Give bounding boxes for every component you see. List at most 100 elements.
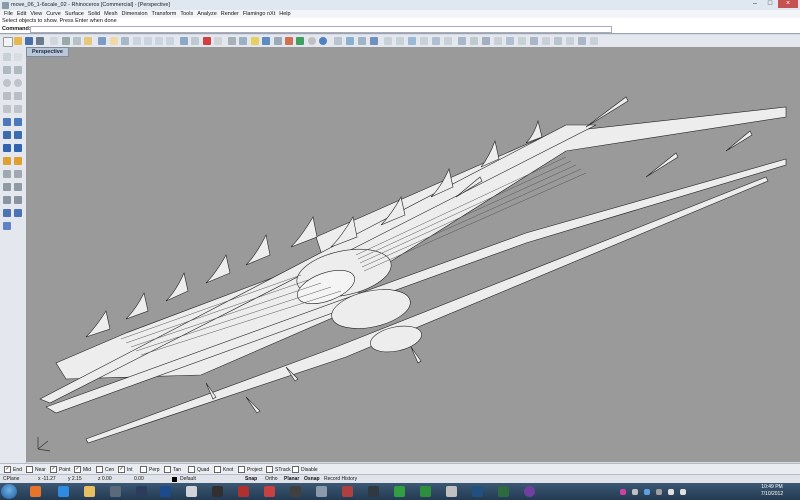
help-icon[interactable] [370, 37, 378, 45]
menu-surface[interactable]: Surface [65, 11, 84, 17]
menu-transform[interactable]: Transform [152, 11, 177, 17]
named-views-icon[interactable] [239, 37, 247, 45]
tool-icon-11[interactable] [506, 37, 514, 45]
surface-icon[interactable] [3, 118, 11, 126]
tool-icon-12[interactable] [518, 37, 526, 45]
zoom-selected-icon[interactable] [166, 37, 174, 45]
app-icon-9[interactable] [238, 486, 249, 497]
tool-icon-9[interactable] [482, 37, 490, 45]
tool-icon-5[interactable] [432, 37, 440, 45]
tray-icon-2[interactable] [632, 489, 638, 495]
tool-icon-7[interactable] [458, 37, 466, 45]
polygon-icon[interactable] [14, 92, 22, 100]
curve-icon[interactable] [14, 66, 22, 74]
arc-icon[interactable] [14, 79, 22, 87]
menu-file[interactable]: File [4, 11, 13, 17]
osnap-knot[interactable]: Knot [214, 466, 233, 473]
tool-icon-3[interactable] [408, 37, 416, 45]
app-icon-20[interactable] [524, 486, 535, 497]
circle-icon[interactable] [3, 79, 11, 87]
sphere-shade-icon[interactable] [308, 37, 316, 45]
menu-render[interactable]: Render [221, 11, 239, 17]
scale-icon[interactable] [3, 209, 11, 217]
explorer-icon[interactable] [84, 486, 95, 497]
osnap-near[interactable]: Near [26, 466, 46, 473]
open-file-icon[interactable] [14, 37, 22, 45]
maximize-button[interactable]: □ [763, 0, 777, 8]
tray-icon-3[interactable] [644, 489, 650, 495]
fillet-icon[interactable] [14, 144, 22, 152]
menu-flamingo[interactable]: Flamingo nXt [243, 11, 275, 17]
rotate-icon[interactable] [14, 196, 22, 204]
volume-icon[interactable] [680, 489, 686, 495]
tool-icon-18[interactable] [590, 37, 598, 45]
join-icon[interactable] [14, 183, 22, 191]
menu-dimension[interactable]: Dimension [122, 11, 148, 17]
menu-view[interactable]: View [30, 11, 42, 17]
app-icon-7[interactable] [186, 486, 197, 497]
extrude-icon[interactable] [14, 131, 22, 139]
move-icon[interactable] [3, 196, 11, 204]
text-icon[interactable] [14, 105, 22, 113]
select-all-icon[interactable] [203, 37, 211, 45]
tool-icon-8[interactable] [470, 37, 478, 45]
zoom-icon[interactable] [133, 37, 141, 45]
menu-tools[interactable]: Tools [180, 11, 193, 17]
paste-icon[interactable] [84, 37, 92, 45]
grid-icon[interactable] [191, 37, 199, 45]
rectangle-icon[interactable] [3, 92, 11, 100]
ie-icon[interactable] [58, 486, 69, 497]
menu-curve[interactable]: Curve [46, 11, 61, 17]
system-clock[interactable]: 10:49 PM 7/10/2012 [752, 484, 792, 498]
import-icon[interactable] [50, 37, 58, 45]
menu-mesh[interactable]: Mesh [104, 11, 117, 17]
cut-icon[interactable] [62, 37, 70, 45]
mirror-icon[interactable] [14, 209, 22, 217]
select-arrow-icon[interactable] [3, 53, 11, 61]
pan-hand-icon[interactable] [110, 37, 118, 45]
boolean-icon[interactable] [3, 144, 11, 152]
dimension-icon[interactable] [3, 170, 11, 178]
four-viewports-icon[interactable] [180, 37, 188, 45]
menu-edit[interactable]: Edit [17, 11, 26, 17]
osnap-cen[interactable]: Cen [96, 466, 114, 473]
osnap-tan[interactable]: Tan [164, 466, 181, 473]
network-icon[interactable] [668, 489, 674, 495]
app-icon-14[interactable] [368, 486, 379, 497]
ellipse-icon[interactable] [3, 105, 11, 113]
start-button[interactable] [1, 484, 17, 499]
app-icon-15[interactable] [394, 486, 405, 497]
properties-icon[interactable] [262, 37, 270, 45]
copy-icon[interactable] [73, 37, 81, 45]
viewport-options-icon[interactable] [228, 37, 236, 45]
mesh-tools-icon[interactable] [14, 157, 22, 165]
app-icon-13[interactable] [342, 486, 353, 497]
osnap-strack[interactable]: STrack [266, 466, 291, 473]
app-icon-10[interactable] [264, 486, 275, 497]
zoom-extents-icon[interactable] [155, 37, 163, 45]
command-input[interactable] [30, 26, 612, 33]
tool-icon-16[interactable] [566, 37, 574, 45]
array-icon[interactable] [3, 222, 11, 230]
rotate-view-icon[interactable] [121, 37, 129, 45]
osnap-mid[interactable]: ✓ Mid [74, 466, 91, 473]
osnap-disable[interactable]: Disable [292, 466, 318, 473]
osnap-perp[interactable]: Perp [140, 466, 160, 473]
tool-icon-14[interactable] [542, 37, 550, 45]
tool-icon-10[interactable] [494, 37, 502, 45]
app-icon-11[interactable] [290, 486, 301, 497]
mesh-icon[interactable] [3, 157, 11, 165]
tray-icon-4[interactable] [656, 489, 662, 495]
menu-analyze[interactable]: Analyze [197, 11, 217, 17]
tool-icon-13[interactable] [530, 37, 538, 45]
app-icon-8[interactable] [212, 486, 223, 497]
rhino-task-icon[interactable] [136, 486, 147, 497]
viewport-tab-perspective[interactable]: Perspective [26, 47, 69, 57]
osnap-end[interactable]: ✓ End [4, 466, 22, 473]
new-file-icon[interactable] [3, 37, 13, 47]
cplane-icon[interactable] [214, 37, 222, 45]
grasshopper-icon[interactable] [358, 37, 366, 45]
app-icon-19[interactable] [498, 486, 509, 497]
osnap-int[interactable]: ✓ Int [118, 466, 133, 473]
app-icon-12[interactable] [316, 486, 327, 497]
